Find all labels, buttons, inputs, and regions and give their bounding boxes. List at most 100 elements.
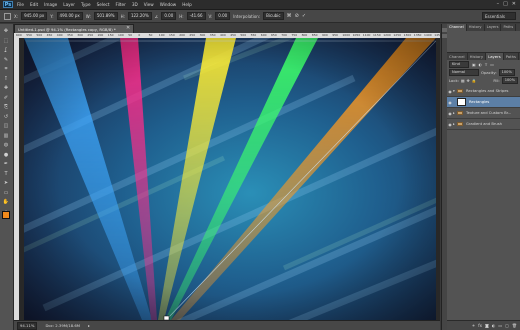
layer-row[interactable]: ◉ ▾ Rectangles and Stripes <box>447 86 520 97</box>
tab-layers[interactable]: Layers <box>486 53 504 60</box>
brush-tool-icon[interactable]: ✐ <box>2 95 10 102</box>
adjustment-icon[interactable]: ◐ <box>492 323 496 328</box>
pen-tool-icon[interactable]: ✒ <box>2 161 10 168</box>
h-label: H: <box>120 13 125 19</box>
menu-type[interactable]: Type <box>81 2 91 7</box>
ruler-tick-label: 200 <box>179 33 185 37</box>
menu-select[interactable]: Select <box>97 2 110 7</box>
document-size: Doc: 2.39M/18.6M <box>45 323 81 328</box>
tab-history[interactable]: History <box>468 53 487 60</box>
menu-file[interactable]: File <box>17 2 24 7</box>
cancel-transform-icon[interactable]: ⊘ <box>295 13 299 19</box>
mask-icon[interactable]: ◙ <box>485 323 489 328</box>
eraser-tool-icon[interactable]: ◫ <box>2 123 10 130</box>
minimize-icon[interactable]: – <box>497 1 500 7</box>
menu-image[interactable]: Image <box>44 2 57 7</box>
marquee-tool-icon[interactable]: ⬚ <box>2 38 10 45</box>
layer-name: Rectangles and Stripes <box>466 89 509 93</box>
tab-layers[interactable]: Layers <box>485 24 502 31</box>
maximize-icon[interactable]: □ <box>503 1 508 7</box>
h-skew-field[interactable]: -41.66 <box>186 12 206 20</box>
tab-history[interactable]: History <box>467 24 485 31</box>
tab-paths[interactable]: Paths <box>504 53 520 60</box>
menu-help[interactable]: Help <box>182 2 192 7</box>
status-menu-icon[interactable]: ▸ <box>88 323 90 328</box>
layer-filter-row: Kind ▣ ◐ T ▭ <box>447 61 520 68</box>
layer-filter-kind[interactable]: Kind <box>449 61 469 68</box>
link-icon[interactable]: ⚭ <box>472 323 475 328</box>
zoom-field[interactable]: 94.11% <box>17 321 38 330</box>
y-field[interactable]: 490.00 px <box>56 12 83 20</box>
ruler-tick-label: 350 <box>67 33 73 37</box>
filter-adjust-icon[interactable]: ◐ <box>479 62 482 67</box>
history-brush-tool-icon[interactable]: ↺ <box>2 114 10 121</box>
lasso-tool-icon[interactable]: ʆ <box>2 47 10 54</box>
ruler-tick-label: 500 <box>240 33 247 37</box>
tab-channel[interactable]: Channel <box>447 53 468 60</box>
document-canvas[interactable] <box>24 38 436 320</box>
filter-type-icon[interactable]: T <box>485 62 487 67</box>
close-icon[interactable]: ✕ <box>512 1 516 7</box>
filter-pixel-icon[interactable]: ▣ <box>472 62 476 67</box>
close-tab-icon[interactable]: ✕ <box>126 24 130 33</box>
eyedropper-tool-icon[interactable]: ꝉ <box>2 76 10 83</box>
layer-row[interactable]: ◉ ▸ Gradient and Brush <box>447 119 520 130</box>
commit-transform-icon[interactable]: ✓ <box>302 13 306 19</box>
ruler-tick-label: 1050 <box>352 33 361 37</box>
photoshop-logo: Ps <box>3 1 13 8</box>
blur-tool-icon[interactable]: ◍ <box>2 142 10 149</box>
fx-icon[interactable]: fx <box>478 323 482 328</box>
type-tool-icon[interactable]: T <box>2 171 10 178</box>
menu-bar: Ps File Edit Image Layer Type Select Filter 3D V… <box>0 0 520 10</box>
warp-icon[interactable]: ⌘ <box>287 13 292 19</box>
ruler-tick-label: 1400 <box>424 33 432 37</box>
x-field[interactable]: 945.00 px <box>21 12 48 20</box>
lock-all-icon[interactable]: 🔒 <box>472 78 477 83</box>
blend-mode-select[interactable]: Normal <box>449 69 479 76</box>
menu-layer[interactable]: Layer <box>63 2 75 7</box>
menu-edit[interactable]: Edit <box>30 2 38 7</box>
menu-view[interactable]: View <box>144 2 154 7</box>
crop-tool-icon[interactable]: ⌗ <box>2 66 10 73</box>
interpolation-select[interactable]: Bicubic <box>263 12 284 20</box>
ruler-tick-label: 1100 <box>362 33 371 37</box>
v-skew-field[interactable]: 0.00 <box>215 12 231 20</box>
document-tab[interactable]: Untitled-1.psd @ 94.1% (Rectangles copy,… <box>14 24 134 33</box>
width-field[interactable]: 501.89% <box>93 12 118 20</box>
angle-field[interactable]: 0.00 <box>161 12 177 20</box>
lock-position-icon[interactable]: ✥ <box>467 78 470 83</box>
quick-select-tool-icon[interactable]: ✎ <box>2 57 10 64</box>
layer-row-selected[interactable]: ◉ Rectangles <box>447 97 520 108</box>
gradient-tool-icon[interactable]: ▥ <box>2 133 10 140</box>
layer-name: Rectangles <box>469 100 490 104</box>
move-tool-icon[interactable]: ✥ <box>2 28 10 35</box>
tab-paths[interactable]: Paths <box>501 24 517 31</box>
healing-tool-icon[interactable]: ✚ <box>2 85 10 92</box>
tab-channel[interactable]: Channel <box>447 24 467 31</box>
menu-window[interactable]: Window <box>160 2 177 7</box>
lock-pixels-icon[interactable]: ▦ <box>461 78 465 83</box>
new-group-icon[interactable]: ▭ <box>498 323 502 328</box>
layer-row[interactable]: ◉ ▸ Texture and Custom Br... <box>447 108 520 119</box>
hand-tool-icon[interactable]: ✋ <box>2 199 10 206</box>
dodge-tool-icon[interactable]: ● <box>2 152 10 159</box>
filter-shape-icon[interactable]: ▭ <box>490 62 494 67</box>
menu-filter[interactable]: Filter <box>115 2 125 7</box>
path-select-tool-icon[interactable]: ➤ <box>2 180 10 187</box>
reference-point-icon[interactable] <box>4 12 11 20</box>
foreground-color-swatch[interactable] <box>2 211 10 219</box>
clone-stamp-tool-icon[interactable]: ⎘ <box>2 104 10 111</box>
new-layer-icon[interactable]: ▢ <box>505 323 509 328</box>
ruler-tick-label: 100 <box>118 33 124 37</box>
trash-icon[interactable]: 🗑 <box>512 323 517 328</box>
opacity-field[interactable]: 100% <box>498 69 515 76</box>
blend-row: Normal Opacity: 100% <box>447 69 520 76</box>
height-field[interactable]: 122.20% <box>127 12 152 20</box>
x-label: X: <box>14 13 19 19</box>
shape-tool-icon[interactable]: ▭ <box>2 190 10 197</box>
visibility-eye-icon[interactable]: ◉ <box>447 100 453 105</box>
workspace-select[interactable]: Essentials <box>482 12 516 20</box>
fill-field[interactable]: 100% <box>501 77 518 84</box>
menu-3d[interactable]: 3D <box>132 2 138 7</box>
layer-name: Gradient and Brush <box>466 122 502 126</box>
